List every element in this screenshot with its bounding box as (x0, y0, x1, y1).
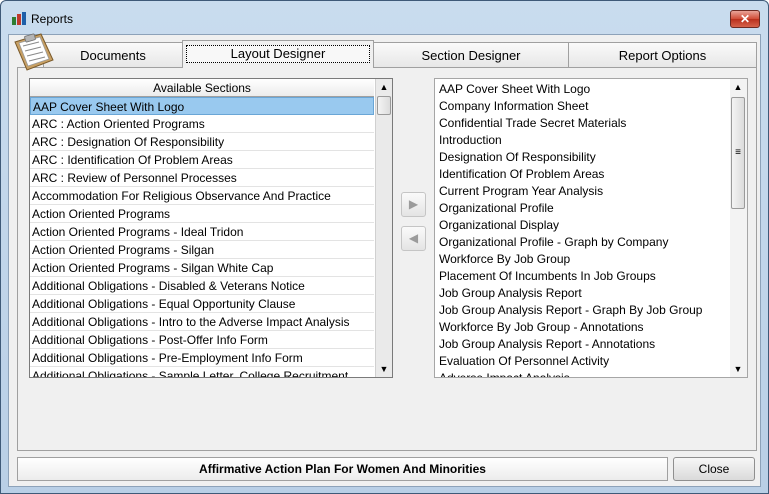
remove-section-button[interactable]: ◀ (401, 226, 426, 251)
title-bar[interactable]: Reports ✕ (1, 1, 768, 34)
report-section-item[interactable]: Job Group Analysis Report - Graph By Job… (439, 302, 731, 319)
available-section-item[interactable]: Additional Obligations - Disabled & Vete… (30, 277, 374, 295)
available-section-item[interactable]: Action Oriented Programs - Ideal Tridon (30, 223, 374, 241)
available-section-item[interactable]: ARC : Designation Of Responsibility (30, 133, 374, 151)
report-section-item[interactable]: Workforce By Job Group - Annotations (439, 319, 731, 336)
close-button[interactable]: Close (673, 457, 755, 481)
scroll-up-arrow-icon[interactable]: ▲ (376, 79, 392, 95)
window-title: Reports (31, 12, 74, 26)
report-sections-list[interactable]: AAP Cover Sheet With Logo Company Informa… (434, 78, 748, 378)
available-section-item[interactable]: Action Oriented Programs (30, 205, 374, 223)
client-area: Documents Layout Designer Section Design… (8, 33, 761, 487)
report-section-item[interactable]: Placement Of Incumbents In Job Groups (439, 268, 731, 285)
scroll-thumb[interactable]: ≡ (731, 97, 745, 209)
available-section-item[interactable]: Action Oriented Programs - Silgan (30, 241, 374, 259)
clipboard-icon (14, 33, 54, 71)
report-section-item[interactable]: AAP Cover Sheet With Logo (439, 81, 731, 98)
available-section-item[interactable]: ARC : Review of Personnel Processes (30, 169, 374, 187)
available-section-item[interactable]: Action Oriented Programs - Silgan White … (30, 259, 374, 277)
available-sections-header[interactable]: Available Sections (30, 79, 374, 97)
available-section-item[interactable]: Additional Obligations - Pre-Employment … (30, 349, 374, 367)
window-close-button[interactable]: ✕ (730, 10, 760, 28)
report-sections-scrollbar[interactable]: ▲ ≡ ▼ (730, 79, 747, 377)
tab-report-options[interactable]: Report Options (568, 42, 757, 68)
scroll-down-arrow-icon[interactable]: ▼ (730, 361, 746, 377)
add-section-button[interactable]: ▶ (401, 192, 426, 217)
report-section-item[interactable]: Workforce By Job Group (439, 251, 731, 268)
scroll-down-arrow-icon[interactable]: ▼ (376, 361, 392, 377)
available-section-item[interactable]: Additional Obligations - Post-Offer Info… (30, 331, 374, 349)
arrow-right-icon: ▶ (408, 197, 419, 211)
available-sections-list[interactable]: Available Sections AAP Cover Sheet With … (29, 78, 393, 378)
available-section-item[interactable]: ARC : Identification Of Problem Areas (30, 151, 374, 169)
report-section-item[interactable]: Organizational Display (439, 217, 731, 234)
tab-section-designer[interactable]: Section Designer (373, 42, 569, 68)
available-section-item[interactable]: Additional Obligations - Intro to the Ad… (30, 313, 374, 331)
report-section-item[interactable]: Confidential Trade Secret Materials (439, 115, 731, 132)
report-section-item[interactable]: Company Information Sheet (439, 98, 731, 115)
report-section-item[interactable]: Identification Of Problem Areas (439, 166, 731, 183)
report-section-item[interactable]: Designation Of Responsibility (439, 149, 731, 166)
tab-layout-designer[interactable]: Layout Designer (182, 40, 374, 68)
report-section-item[interactable]: Adverse Impact Analysis (439, 370, 731, 377)
reports-window: Reports ✕ Documents Layout Designer Sect… (0, 0, 769, 494)
available-sections-rows: AAP Cover Sheet With Logo ARC : Action Or… (30, 97, 374, 377)
report-sections-rows: AAP Cover Sheet With Logo Company Informa… (439, 81, 731, 377)
available-section-item[interactable]: Additional Obligations - Sample Letter, … (30, 367, 374, 377)
available-sections-scrollbar[interactable]: ▲ ▼ (375, 79, 392, 377)
report-section-item[interactable]: Current Program Year Analysis (439, 183, 731, 200)
available-section-item[interactable]: Additional Obligations - Equal Opportuni… (30, 295, 374, 313)
tab-documents[interactable]: Documents (43, 42, 183, 68)
arrow-left-icon: ◀ (408, 231, 419, 245)
available-section-item[interactable]: ARC : Action Oriented Programs (30, 115, 374, 133)
report-section-item[interactable]: Introduction (439, 132, 731, 149)
report-section-item[interactable]: Job Group Analysis Report (439, 285, 731, 302)
available-section-item[interactable]: AAP Cover Sheet With Logo (30, 97, 374, 115)
scroll-up-arrow-icon[interactable]: ▲ (730, 79, 746, 95)
report-section-item[interactable]: Job Group Analysis Report - Annotations (439, 336, 731, 353)
scroll-thumb[interactable] (377, 96, 391, 115)
layout-designer-panel: Available Sections AAP Cover Sheet With … (17, 67, 757, 451)
reports-app-icon (12, 12, 26, 25)
available-section-item[interactable]: Accommodation For Religious Observance A… (30, 187, 374, 205)
plan-name-field: Affirmative Action Plan For Women And Mi… (17, 457, 668, 481)
report-section-item[interactable]: Evaluation Of Personnel Activity (439, 353, 731, 370)
report-section-item[interactable]: Organizational Profile - Graph by Compan… (439, 234, 731, 251)
report-section-item[interactable]: Organizational Profile (439, 200, 731, 217)
